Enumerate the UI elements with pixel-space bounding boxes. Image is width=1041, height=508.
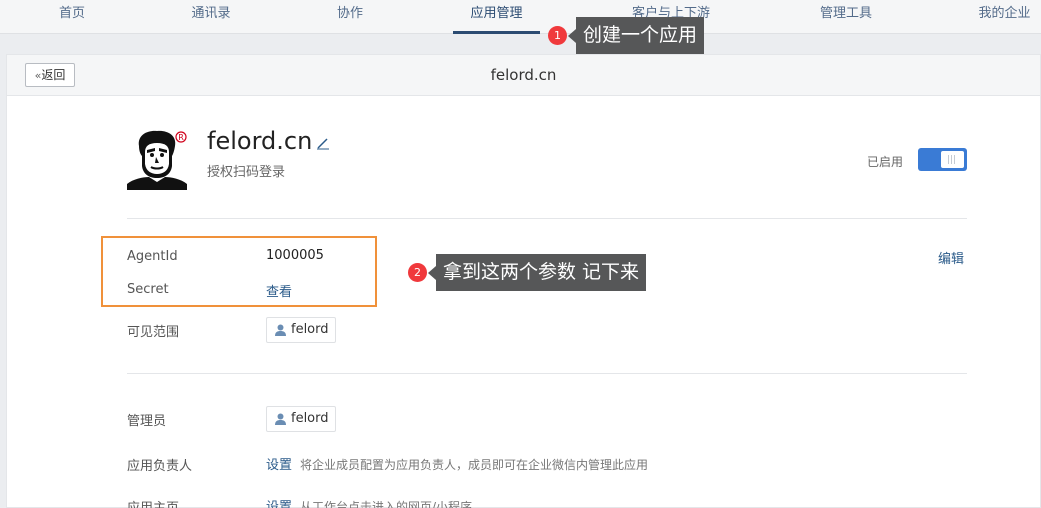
- step-1-badge: 1: [548, 26, 567, 45]
- pencil-icon[interactable]: [315, 135, 331, 151]
- app-owner-hint: 将企业成员配置为应用负责人，成员即可在企业微信内管理此应用: [300, 458, 649, 472]
- tab-collaboration[interactable]: 协作: [326, 0, 374, 34]
- card-header: felord.cn «返回: [7, 55, 1040, 96]
- back-button[interactable]: «返回: [25, 63, 75, 87]
- app-homepage-label: 应用主页: [127, 497, 179, 508]
- divider: [127, 218, 967, 219]
- app-owner-set-link[interactable]: 设置: [266, 458, 292, 473]
- enable-toggle[interactable]: [918, 148, 967, 171]
- step-1-callout: 创建一个应用: [567, 17, 705, 54]
- tab-app-management[interactable]: 应用管理: [453, 0, 540, 34]
- app-name: felord.cn: [207, 127, 313, 155]
- user-icon: [275, 413, 286, 425]
- app-description: 授权扫码登录: [207, 165, 286, 180]
- avatar-portrait-image: R: [127, 130, 187, 190]
- app-owner-row: 设置 将企业成员配置为应用负责人，成员即可在企业微信内管理此应用: [266, 454, 648, 473]
- tab-management-tools[interactable]: 管理工具: [806, 0, 886, 34]
- app-owner-label: 应用负责人: [127, 459, 193, 474]
- step-2-badge: 2: [408, 263, 427, 282]
- admin-user-tag[interactable]: felord: [266, 406, 336, 432]
- card-title: felord.cn: [490, 66, 557, 84]
- tab-home[interactable]: 首页: [48, 0, 96, 34]
- edit-link[interactable]: 编辑: [938, 248, 964, 267]
- svg-text:R: R: [178, 133, 184, 142]
- back-button-label: 返回: [41, 68, 66, 82]
- tab-contacts[interactable]: 通讯录: [181, 0, 241, 34]
- toggle-knob: [941, 151, 964, 168]
- app-homepage-row: 设置 从工作台点击进入的网页/小程序: [266, 496, 472, 508]
- visible-user-tag[interactable]: felord: [266, 317, 336, 343]
- app-homepage-hint: 从工作台点击进入的网页/小程序: [300, 500, 473, 508]
- status-label: 已启用: [867, 155, 904, 169]
- visible-user-name: felord: [291, 322, 329, 337]
- admin-label: 管理员: [127, 414, 167, 429]
- step-2-callout: 拿到这两个参数 记下来: [427, 254, 647, 291]
- top-nav: 首页 通讯录 协作 应用管理 客户与上下游 管理工具 我的企业: [0, 0, 1041, 34]
- visible-range-label: 可见范围: [127, 325, 180, 340]
- admin-user-name: felord: [291, 411, 329, 426]
- divider: [127, 373, 967, 374]
- app-avatar: R: [127, 130, 187, 190]
- tab-my-enterprise[interactable]: 我的企业: [968, 0, 1041, 34]
- highlight-box: [101, 236, 377, 307]
- app-homepage-set-link[interactable]: 设置: [266, 500, 292, 508]
- user-icon: [275, 324, 286, 336]
